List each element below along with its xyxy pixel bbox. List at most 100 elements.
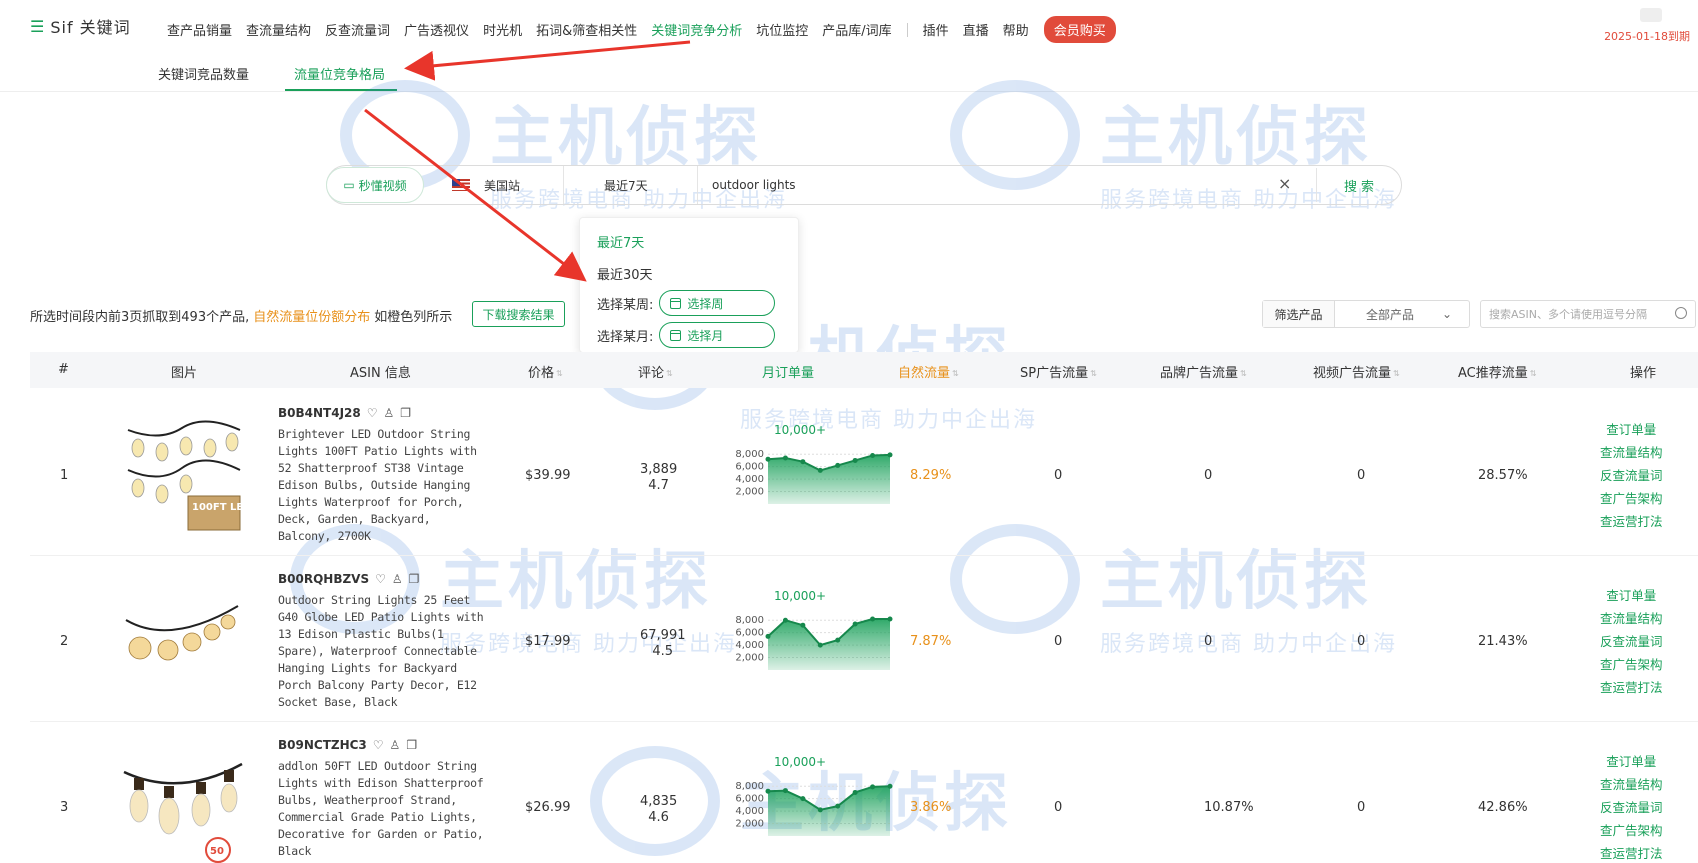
row-actions: 查订单量 查流量结构 反查流量词 查广告架构 查运营打法 [1600,584,1663,699]
asin-info: B00RQHBZVS ♡ ♙ ❐ [278,572,419,586]
check-operation-link[interactable]: 查运营打法 [1600,676,1663,699]
avatar[interactable] [1640,8,1662,22]
vip-purchase-button[interactable]: 会员购买 [1043,16,1116,43]
tab-keyword-competitors[interactable]: 关键词竞品数量 [158,64,249,83]
data-point [887,783,893,789]
sort-icon: ⇅ [1090,369,1097,378]
y-tick-label: 6,000 [735,462,764,473]
row-actions: 查订单量 查流量结构 反查流量词 查广告架构 查运营打法 [1600,418,1663,533]
product-image[interactable]: 100FT LED [120,412,244,536]
nav-item-keyword-competition[interactable]: 关键词竞争分析 [644,20,749,39]
reverse-keywords-link[interactable]: 反查流量词 [1600,796,1663,819]
area-fill [768,786,890,836]
menu-icon[interactable]: ☰ [30,17,44,36]
heart-icon[interactable]: ♡ [375,572,386,586]
col-brand-traffic[interactable]: 品牌广告流量 ⇅ [1160,362,1247,381]
monthly-orders-label: 10,000+ [774,755,826,769]
tab-traffic-competition[interactable]: 流量位竞争格局 [294,64,385,83]
nav-item[interactable]: 坑位监控 [749,20,815,39]
ac-traffic: 42.86% [1478,800,1528,815]
nav-item[interactable]: 反查流量词 [318,20,397,39]
col-price[interactable]: 价格 ⇅ [528,362,563,381]
nav-item[interactable]: 时光机 [476,20,529,39]
copy-icon[interactable]: ❐ [409,572,420,586]
user-icon[interactable]: ♙ [384,406,395,420]
nav-item[interactable]: 广告透视仪 [397,20,476,39]
check-operation-link[interactable]: 查运营打法 [1600,510,1663,533]
check-operation-link[interactable]: 查运营打法 [1600,842,1663,863]
rating: 4.7 [648,478,669,493]
nav-item[interactable]: 查流量结构 [239,20,318,39]
user-icon[interactable]: ♙ [392,572,403,586]
check-traffic-structure-link[interactable]: 查流量结构 [1600,607,1663,630]
search-button[interactable]: 搜索 [1344,176,1378,195]
product-title[interactable]: addlon 50FT LED Outdoor String Lights wi… [278,758,488,860]
reverse-keywords-link[interactable]: 反查流量词 [1600,464,1663,487]
period-select[interactable]: 最近7天 [566,166,698,204]
select-month-button[interactable]: 选择月 [659,322,776,348]
copy-icon[interactable]: ❐ [406,738,417,752]
y-tick-label: 4,000 [735,640,764,651]
asin-code[interactable]: B00RQHBZVS [278,572,369,586]
monthly-orders-label: 10,000+ [774,589,826,603]
asin-code[interactable]: B09NCTZHC3 [278,738,367,752]
check-traffic-structure-link[interactable]: 查流量结构 [1600,441,1663,464]
nav-item-plugin[interactable]: 插件 [916,20,956,39]
site-select[interactable]: 美国站 [440,166,564,204]
select-week-button[interactable]: 选择周 [659,290,776,316]
data-point [852,457,858,463]
check-orders-link[interactable]: 查订单量 [1600,584,1663,607]
data-point [817,467,823,473]
asin-search-input[interactable]: 搜索ASIN、多个请使用逗号分隔 [1480,300,1696,328]
rating: 4.6 [648,810,669,825]
nav-item-live[interactable]: 直播 [956,20,996,39]
check-ad-structure-link[interactable]: 查广告架构 [1600,653,1663,676]
col-asin: ASIN 信息 [350,366,411,381]
data-point [782,455,788,461]
period-option-30days[interactable]: 最近30天 [597,264,653,283]
download-results-button[interactable]: 下载搜索结果 [472,301,565,327]
product-title[interactable]: Outdoor String Lights 25 Feet G40 Globe … [278,592,488,711]
user-icon[interactable]: ♙ [390,738,401,752]
product-title[interactable]: Brightever LED Outdoor String Lights 100… [278,426,488,545]
product-image[interactable]: 50 [120,742,244,863]
copy-icon[interactable]: ❐ [400,406,411,420]
nav-item-help[interactable]: 帮助 [996,20,1036,39]
col-natural-traffic[interactable]: 自然流量 ⇅ [898,362,959,381]
monthly-orders-chart: 2,000 4,000 6,000 8,000 10,000+ [720,420,900,520]
nav-item[interactable]: 产品库/词库 [815,20,898,39]
check-orders-link[interactable]: 查订单量 [1600,418,1663,441]
product-image[interactable] [120,576,244,700]
check-ad-structure-link[interactable]: 查广告架构 [1600,819,1663,842]
heart-icon[interactable]: ♡ [373,738,384,752]
col-video-traffic[interactable]: 视频广告流量 ⇅ [1313,362,1400,381]
heart-icon[interactable]: ♡ [367,406,378,420]
search-icon[interactable] [1675,307,1687,319]
col-sp-traffic[interactable]: SP广告流量 ⇅ [1020,362,1097,381]
reviews: 67,991 4.5 [640,628,686,660]
period-option-7days[interactable]: 最近7天 [597,232,644,251]
calendar-icon [670,297,682,309]
col-monthly-orders[interactable]: 月订单量 [762,362,814,381]
asin-code[interactable]: B0B4NT4J28 [278,406,361,420]
price: $26.99 [525,800,571,815]
col-ac-traffic[interactable]: AC推荐流量 ⇅ [1458,362,1536,381]
video-tutorial-button[interactable]: ▭ 秒懂视频 [326,167,424,203]
nav-item[interactable]: 查产品销量 [160,20,239,39]
col-image: 图片 [171,366,198,381]
reviews: 4,835 4.6 [640,794,677,826]
sort-icon: ⇅ [952,369,959,378]
keyword-input[interactable] [712,172,1272,198]
nav-item[interactable]: 拓词&筛查相关性 [529,20,644,39]
logo[interactable]: ☰ Sif 关键词 [30,14,131,38]
check-orders-link[interactable]: 查订单量 [1600,750,1663,773]
sort-icon: ⇅ [1393,369,1400,378]
reverse-keywords-link[interactable]: 反查流量词 [1600,630,1663,653]
check-traffic-structure-link[interactable]: 查流量结构 [1600,773,1663,796]
product-filter[interactable]: 筛选产品 全部产品 ⌄ [1262,300,1470,328]
sort-icon: ⇅ [1529,369,1537,378]
col-reviews[interactable]: 评论 ⇅ [638,362,673,381]
clear-icon[interactable]: × [1278,174,1291,193]
check-ad-structure-link[interactable]: 查广告架构 [1600,487,1663,510]
mini-area-chart: 2,000 4,0006,000 8,000 10,000+ [735,423,893,504]
